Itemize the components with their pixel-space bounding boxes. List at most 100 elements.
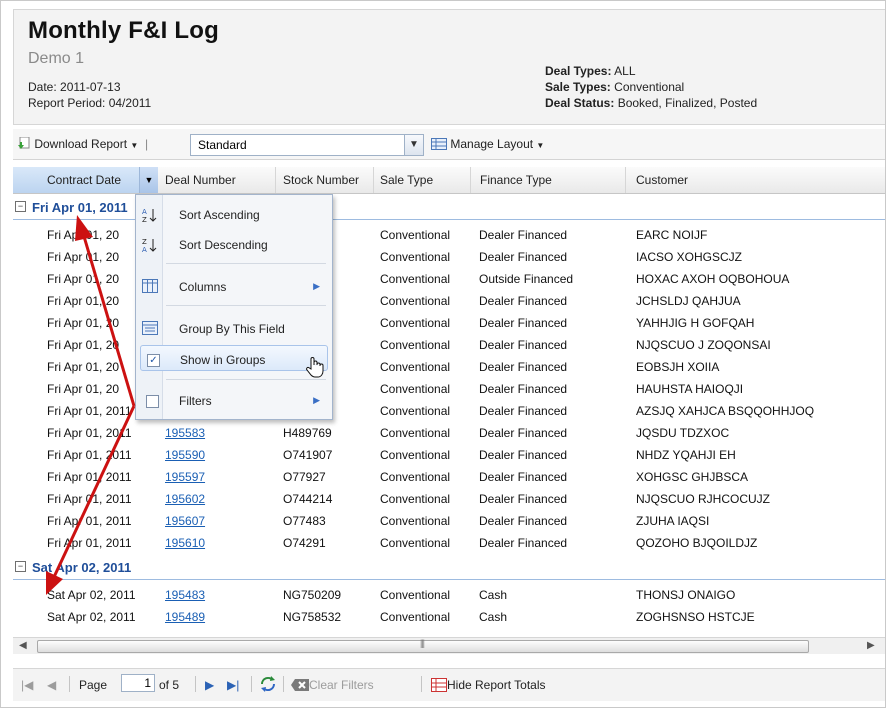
table-row[interactable]: Sat Apr 02, 2011 195489 NG758532 Convention…: [13, 606, 885, 628]
menu-item-filters[interactable]: Filters ▶: [136, 387, 332, 413]
report-header: Monthly F&I Log Demo 1 Date: 2011-07-13 …: [13, 9, 885, 125]
manage-layout-button[interactable]: Manage Layout ▼: [431, 137, 544, 151]
deal-status: Deal Status: Booked, Finalized, Posted: [545, 96, 757, 110]
table-row[interactable]: Sat Apr 02, 2011 195483 NG750209 Convention…: [13, 584, 885, 606]
menu-item-sort-descending[interactable]: ZA Sort Descending: [136, 231, 332, 257]
deal-number-link[interactable]: 195590: [165, 448, 205, 462]
deal-number-link[interactable]: 195489: [165, 610, 205, 624]
column-label: Finance Type: [480, 173, 552, 187]
deal-number-link[interactable]: 195597: [165, 470, 205, 484]
table-row[interactable]: Fri Apr 01, 2011 195602 O744214 Conventiona…: [13, 488, 885, 510]
deal-number-link[interactable]: 195607: [165, 514, 205, 528]
menu-item-sort-ascending[interactable]: AZ Sort Ascending: [136, 201, 332, 227]
customer-cell: HOXAC AXOH OQBOHOUA: [636, 272, 790, 286]
table-row[interactable]: Fri Apr 01, 2011 195583 H489769 Conventiona…: [13, 422, 885, 444]
table-row[interactable]: Fri Apr 01, 2011 195610 O74291 Conventional…: [13, 532, 885, 554]
sale-type-cell: Conventional: [380, 272, 451, 286]
page-label: Page: [79, 678, 108, 692]
last-page-icon[interactable]: ▶|: [227, 678, 239, 692]
menu-item-group-by-field[interactable]: Group By This Field: [136, 315, 332, 341]
layout-select[interactable]: Standard ▼: [190, 134, 424, 156]
page-number-input[interactable]: 1: [121, 674, 155, 692]
customer-cell: IACSO XOHGSCJZ: [636, 250, 743, 264]
deal-number-link[interactable]: 195610: [165, 536, 205, 550]
refresh-icon[interactable]: [259, 675, 277, 696]
column-menu-button[interactable]: ▼: [139, 167, 158, 193]
submenu-arrow-icon: ▶: [313, 395, 320, 405]
contract-date-cell: Fri Apr 01, 2011: [47, 448, 132, 462]
toolbar-separator: |: [141, 137, 149, 151]
deal-status-label: Deal Status:: [545, 96, 615, 110]
chevron-down-icon: ▼: [130, 141, 139, 150]
deal-number-link[interactable]: 195602: [165, 492, 205, 506]
menu-separator: [166, 305, 326, 306]
contract-date-cell: Sat Apr 02, 2011: [47, 610, 136, 624]
menu-item-label: Filters: [179, 394, 212, 408]
column-header-stock-number[interactable]: Stock Number: [276, 167, 374, 193]
deal-number-link[interactable]: 195583: [165, 426, 205, 440]
column-header-contract-date[interactable]: Contract Date: [13, 167, 157, 193]
stock-number-cell: NG750209: [283, 588, 342, 602]
next-page-icon[interactable]: ▶: [205, 678, 214, 692]
finance-type-cell: Dealer Financed: [479, 382, 568, 396]
scroll-left-icon[interactable]: ◀: [19, 640, 27, 651]
table-row[interactable]: Fri Apr 01, 2011 195590 O741907 Conventiona…: [13, 444, 885, 466]
sale-type-cell: Conventional: [380, 448, 451, 462]
scroll-right-icon[interactable]: ▶: [867, 640, 875, 651]
grip-icon: |||: [420, 638, 425, 648]
sale-type-cell: Conventional: [380, 228, 451, 242]
finance-type-cell: Dealer Financed: [479, 360, 568, 374]
checkbox-unchecked-icon[interactable]: [146, 395, 159, 408]
menu-item-label: Columns: [179, 280, 227, 294]
table-row[interactable]: Fri Apr 01, 2011 195607 O77483 Conventional…: [13, 510, 885, 532]
horizontal-scrollbar[interactable]: ◀ ||| ▶: [13, 637, 885, 654]
contract-date-cell: Fri Apr 01, 2011: [47, 514, 132, 528]
sale-type-cell: Conventional: [380, 250, 451, 264]
sale-type-cell: Conventional: [380, 588, 451, 602]
finance-type-cell: Dealer Financed: [479, 448, 568, 462]
menu-item-columns[interactable]: Columns ▶: [136, 273, 332, 299]
collapse-icon[interactable]: −: [15, 561, 26, 572]
sale-type-cell: Conventional: [380, 382, 451, 396]
prev-page-icon[interactable]: ◀: [47, 678, 56, 692]
download-report-button[interactable]: Download Report ▼ |: [17, 136, 149, 151]
page-count: of 5: [159, 678, 180, 692]
group-header[interactable]: − Sat Apr 02, 2011: [13, 557, 885, 580]
clear-filters-button[interactable]: Clear Filters: [291, 678, 374, 692]
first-page-icon[interactable]: |◀: [21, 678, 33, 692]
table-row[interactable]: Fri Apr 01, 2011 195597 O77927 Conventional…: [13, 466, 885, 488]
menu-item-show-in-groups[interactable]: ✓ Show in Groups: [140, 345, 328, 378]
contract-date-cell: Fri Apr 01, 2011: [47, 470, 132, 484]
stock-number-cell: O74291: [283, 536, 326, 550]
group-by-icon: [142, 321, 158, 337]
customer-cell: JCHSLDJ QAHJUA: [636, 294, 741, 308]
group-label: Fri Apr 01, 2011: [32, 200, 128, 215]
collapse-icon[interactable]: −: [15, 201, 26, 212]
deal-types-label: Deal Types:: [545, 64, 612, 78]
finance-type-cell: Dealer Financed: [479, 404, 568, 418]
svg-text:A: A: [142, 208, 147, 216]
column-header-deal-number[interactable]: Deal Number: [157, 167, 276, 193]
checkbox-checked-icon[interactable]: ✓: [147, 354, 160, 367]
clear-filter-icon: [291, 679, 309, 691]
customer-cell: EOBSJH XOIIA: [636, 360, 720, 374]
column-header-finance-type[interactable]: Finance Type: [471, 167, 626, 193]
hide-report-totals-button[interactable]: Hide Report Totals: [431, 678, 546, 692]
sale-type-cell: Conventional: [380, 338, 451, 352]
column-header-customer[interactable]: Customer: [626, 167, 885, 193]
contract-date-cell: Fri Apr 01, 20: [47, 228, 120, 242]
pager-separator: [251, 676, 252, 692]
pager-separator: [421, 676, 422, 692]
scrollbar-thumb[interactable]: |||: [37, 638, 809, 653]
deal-number-link[interactable]: 195483: [165, 588, 205, 602]
chevron-down-icon[interactable]: ▼: [404, 135, 423, 155]
customer-cell: YAHHJIG H GOFQAH: [636, 316, 755, 330]
contract-date-cell: Fri Apr 01, 2011: [47, 536, 132, 550]
layout-grid-icon: [431, 138, 447, 150]
hand-cursor-icon: [305, 356, 325, 381]
report-subtitle: Demo 1: [28, 50, 85, 67]
download-icon: [17, 136, 31, 149]
column-header-sale-type[interactable]: Sale Type: [374, 167, 471, 193]
columns-icon: [142, 279, 158, 295]
submenu-arrow-icon: ▶: [313, 281, 320, 291]
